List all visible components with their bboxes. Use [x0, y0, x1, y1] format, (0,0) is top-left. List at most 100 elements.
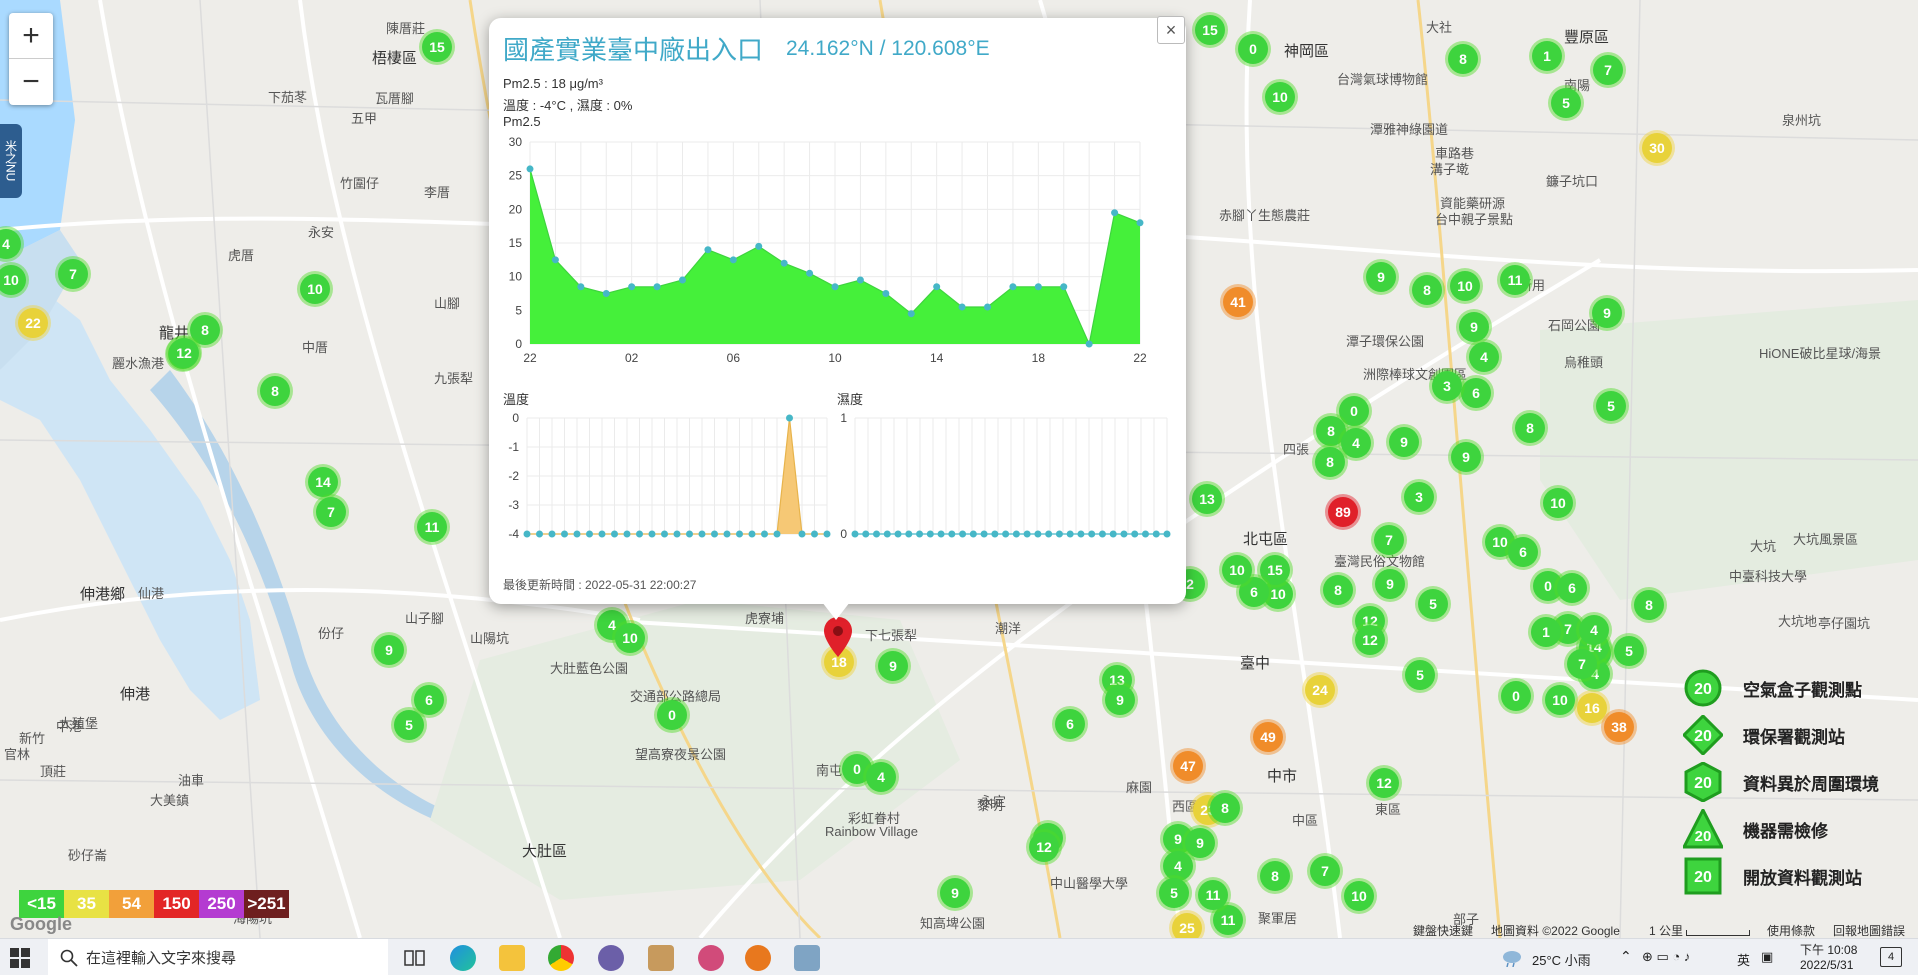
ime-indicator[interactable]: 英 [1737, 950, 1750, 969]
data-point[interactable] [755, 242, 763, 250]
side-panel-tab[interactable]: 米之NU [0, 124, 22, 198]
sensor-marker[interactable]: 8 [1515, 413, 1545, 443]
edge-browser-icon[interactable] [450, 945, 476, 971]
sensor-marker[interactable]: 38 [1604, 712, 1634, 742]
chrome-browser-icon[interactable] [548, 945, 574, 971]
sensor-marker[interactable]: 11 [1198, 880, 1228, 910]
sensor-marker[interactable]: 8 [1315, 447, 1345, 477]
data-point[interactable] [602, 290, 610, 297]
sensor-marker[interactable]: 9 [1451, 442, 1481, 472]
sensor-marker[interactable]: 9 [1375, 569, 1405, 599]
data-point[interactable] [851, 530, 859, 538]
map-data-attribution[interactable]: 地圖資料 ©2022 Google [1491, 922, 1620, 938]
data-point[interactable] [905, 530, 913, 538]
sensor-marker[interactable]: 25 [1172, 913, 1202, 938]
sensor-marker[interactable]: 4 [1579, 615, 1609, 645]
data-point[interactable] [711, 530, 718, 538]
report-error-link[interactable]: 回報地圖錯誤 [1833, 922, 1905, 938]
sensor-marker[interactable]: 8 [1412, 275, 1442, 305]
data-point[interactable] [526, 165, 534, 173]
data-point[interactable] [611, 530, 618, 538]
data-point[interactable] [1111, 209, 1119, 217]
data-point[interactable] [723, 530, 731, 538]
data-point[interactable] [523, 530, 531, 538]
clock-date[interactable]: 2022/5/31 [1800, 958, 1853, 972]
sensor-marker[interactable]: 5 [1614, 636, 1644, 666]
data-point[interactable] [984, 303, 991, 311]
data-point[interactable] [883, 530, 891, 538]
sensor-marker[interactable]: 24 [1305, 675, 1335, 705]
sensor-marker[interactable]: 49 [1253, 722, 1283, 752]
data-point[interactable] [1023, 530, 1031, 538]
sensor-marker[interactable]: 9 [878, 651, 908, 681]
data-point[interactable] [561, 530, 568, 538]
data-point[interactable] [1131, 530, 1139, 538]
data-point[interactable] [959, 530, 967, 538]
sensor-marker[interactable]: 9 [940, 878, 970, 908]
data-point[interactable] [862, 530, 870, 538]
sensor-marker[interactable]: 7 [1310, 856, 1340, 886]
sensor-marker[interactable]: 4 [1341, 428, 1371, 458]
sensor-marker[interactable]: 9 [1592, 298, 1622, 328]
data-point[interactable] [969, 530, 977, 538]
data-point[interactable] [1077, 530, 1085, 538]
sensor-marker[interactable]: 12 [169, 338, 199, 368]
paint-app-icon[interactable] [698, 945, 724, 971]
sensor-marker[interactable]: 12 [1029, 832, 1059, 862]
sensor-marker[interactable]: 9 [1105, 685, 1135, 715]
data-point[interactable] [1045, 530, 1053, 538]
data-point[interactable] [856, 276, 864, 284]
sensor-marker[interactable]: 8 [260, 376, 290, 406]
data-point[interactable] [882, 290, 890, 297]
sensor-marker[interactable]: 7 [316, 497, 346, 527]
sensor-marker[interactable]: 5 [1159, 878, 1189, 908]
data-point[interactable] [1088, 530, 1096, 538]
data-point[interactable] [873, 530, 881, 538]
sensor-marker[interactable]: 10 [1450, 271, 1480, 301]
sensor-marker[interactable]: 7 [58, 259, 88, 289]
sensor-marker[interactable]: 5 [1551, 88, 1581, 118]
zoom-in-button[interactable]: + [9, 13, 53, 59]
sensor-marker[interactable]: 6 [414, 685, 444, 715]
data-point[interactable] [661, 530, 668, 538]
sensor-marker[interactable]: 12 [1355, 625, 1385, 655]
sensor-marker[interactable]: 6 [1461, 378, 1491, 408]
data-point[interactable] [831, 283, 839, 291]
data-point[interactable] [1120, 530, 1128, 538]
data-point[interactable] [679, 276, 686, 284]
sensor-marker[interactable]: 8 [1210, 793, 1240, 823]
data-point[interactable] [916, 530, 924, 538]
sensor-marker[interactable]: 15 [422, 32, 452, 62]
sensor-marker[interactable]: 5 [1596, 391, 1626, 421]
sensor-marker[interactable]: 10 [1545, 685, 1575, 715]
data-point[interactable] [948, 530, 956, 538]
data-point[interactable] [806, 269, 814, 277]
clock-time[interactable]: 下午 10:08 [1800, 941, 1857, 958]
data-point[interactable] [729, 256, 737, 264]
data-point[interactable] [686, 530, 693, 538]
sensor-marker[interactable]: 10 [300, 274, 330, 304]
sensor-marker[interactable]: 8 [190, 315, 220, 345]
sensor-marker[interactable]: 7 [1567, 649, 1597, 679]
sensor-marker[interactable]: 9 [1185, 828, 1215, 858]
data-point[interactable] [1109, 530, 1117, 538]
data-point[interactable] [1009, 283, 1017, 291]
data-point[interactable] [894, 530, 902, 538]
sensor-marker[interactable]: 8 [1260, 861, 1290, 891]
data-point[interactable] [628, 283, 636, 291]
data-point[interactable] [577, 283, 585, 291]
data-point[interactable] [773, 530, 781, 538]
terms-link[interactable]: 使用條款 [1767, 922, 1815, 938]
sensor-marker[interactable]: 10 [615, 623, 645, 653]
data-point[interactable] [1012, 530, 1020, 538]
data-point[interactable] [1066, 530, 1074, 538]
blender-app-icon[interactable] [745, 945, 771, 971]
data-point[interactable] [636, 530, 643, 538]
data-point[interactable] [1034, 530, 1042, 538]
sensor-marker[interactable]: 7 [1374, 525, 1404, 555]
data-point[interactable] [551, 256, 559, 264]
data-point[interactable] [704, 246, 712, 254]
data-point[interactable] [926, 530, 934, 538]
sensor-marker[interactable]: 11 [1213, 905, 1243, 935]
sensor-marker[interactable]: 14 [308, 467, 338, 497]
